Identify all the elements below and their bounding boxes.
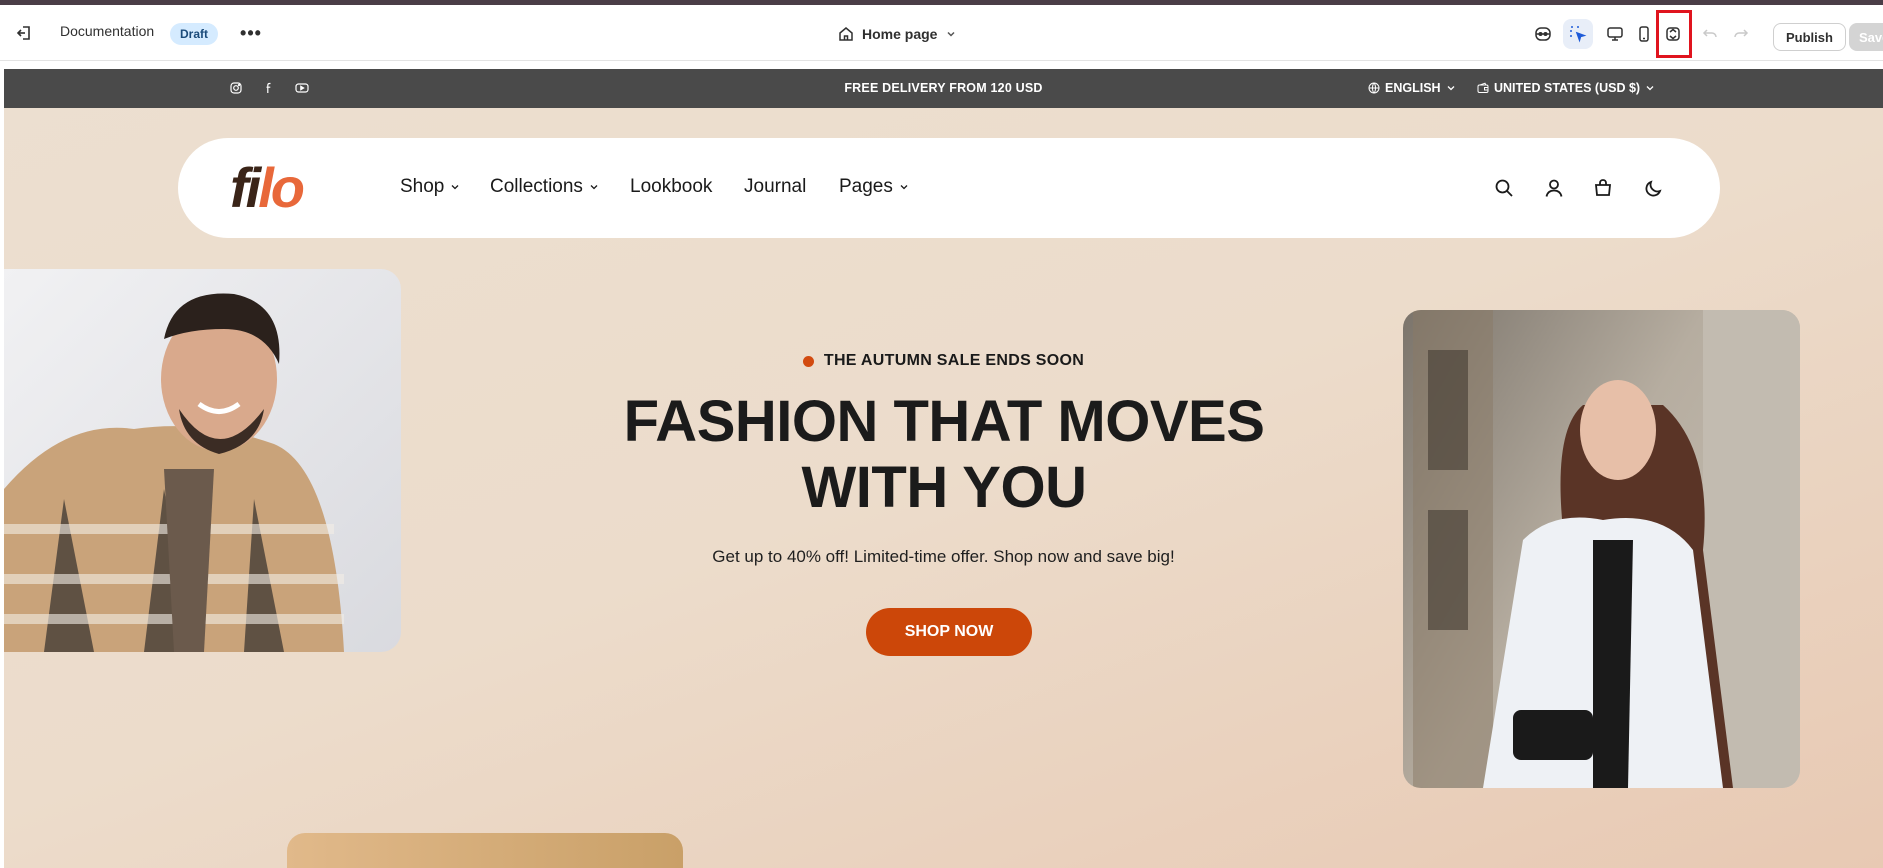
search-icon[interactable] bbox=[1492, 176, 1516, 200]
chevron-down-icon bbox=[590, 185, 598, 190]
status-dot bbox=[802, 355, 814, 367]
redo-icon bbox=[1734, 29, 1749, 38]
undo-button[interactable] bbox=[1697, 19, 1723, 49]
more-actions-button[interactable]: ••• bbox=[238, 21, 264, 45]
nav-label: Collections bbox=[490, 176, 583, 197]
account-icon[interactable] bbox=[1542, 176, 1566, 200]
ai-assistant-button[interactable] bbox=[1528, 19, 1558, 49]
nav-label: Lookbook bbox=[630, 176, 713, 197]
page-selector-label: Home page bbox=[862, 26, 938, 42]
desktop-icon bbox=[1607, 27, 1623, 41]
document-title[interactable]: Documentation bbox=[60, 23, 154, 39]
chevron-down-icon bbox=[947, 31, 955, 37]
home-icon bbox=[839, 27, 853, 41]
publish-button[interactable]: Publish bbox=[1773, 23, 1846, 51]
nav-label: Pages bbox=[839, 176, 893, 197]
save-button[interactable]: Save bbox=[1849, 23, 1883, 51]
country-label: UNITED STATES (USD $) bbox=[1494, 81, 1641, 95]
desktop-view-button[interactable] bbox=[1600, 19, 1630, 49]
undo-icon bbox=[1702, 29, 1717, 38]
chevron-down-icon bbox=[1646, 86, 1654, 91]
storefront-preview: FREE DELIVERY FROM 120 USD ENGLISH UNITE… bbox=[4, 69, 1883, 868]
nav-item-journal[interactable]: Journal bbox=[744, 176, 806, 198]
language-selector[interactable]: ENGLISH bbox=[1368, 81, 1456, 95]
hero-headline-line1: FASHION THAT MOVES bbox=[623, 389, 1265, 454]
nav-item-shop[interactable]: Shop bbox=[400, 176, 460, 198]
site-header: filo Shop Collections Lookbook Journal P… bbox=[178, 138, 1720, 238]
brand-logo[interactable]: filo bbox=[230, 158, 305, 218]
page-selector[interactable]: Home page bbox=[838, 22, 957, 46]
nav-item-lookbook[interactable]: Lookbook bbox=[630, 176, 712, 198]
shop-now-button[interactable]: SHOP NOW bbox=[866, 608, 1032, 656]
dark-mode-icon[interactable] bbox=[1642, 176, 1666, 200]
exit-editor-button[interactable] bbox=[10, 21, 38, 45]
editor-toolbar: Documentation Draft ••• Home page Publis… bbox=[0, 5, 1883, 61]
hero-headline: FASHION THAT MOVES WITH YOU bbox=[544, 389, 1344, 521]
inspector-button[interactable] bbox=[1563, 19, 1593, 49]
select-cursor-icon bbox=[1570, 26, 1587, 43]
mobile-view-button[interactable] bbox=[1629, 19, 1659, 49]
redo-button[interactable] bbox=[1728, 19, 1754, 49]
nav-item-collections[interactable]: Collections bbox=[490, 176, 599, 198]
chevron-down-icon bbox=[900, 185, 908, 190]
nav-label: Journal bbox=[744, 176, 807, 197]
chevron-down-icon bbox=[451, 185, 459, 190]
sparkle-face-icon bbox=[1535, 27, 1551, 41]
status-badge: Draft bbox=[170, 23, 219, 45]
hero-headline-line2: WITH YOU bbox=[801, 455, 1087, 520]
mobile-icon bbox=[1639, 26, 1649, 42]
announcement-bar: FREE DELIVERY FROM 120 USD ENGLISH UNITE… bbox=[4, 69, 1883, 108]
exit-icon bbox=[16, 26, 30, 40]
nav-label: Shop bbox=[400, 176, 445, 197]
collection-image-preview bbox=[287, 833, 683, 868]
globe-icon bbox=[1368, 82, 1380, 94]
hero-image-man-plaid-shirt bbox=[4, 269, 401, 652]
wallet-icon bbox=[1477, 82, 1489, 93]
hero-eyebrow-text: THE AUTUMN SALE ENDS SOON bbox=[823, 352, 1085, 369]
hero-eyebrow: THE AUTUMN SALE ENDS SOON bbox=[4, 352, 1883, 370]
cart-icon[interactable] bbox=[1591, 176, 1615, 200]
country-selector[interactable]: UNITED STATES (USD $) bbox=[1477, 81, 1655, 95]
chevron-down-icon bbox=[1447, 86, 1455, 91]
hero-subtext: Get up to 40% off! Limited-time offer. S… bbox=[712, 547, 1175, 566]
language-label: ENGLISH bbox=[1385, 81, 1441, 95]
nav-item-pages[interactable]: Pages bbox=[839, 176, 909, 198]
highlight-box bbox=[1656, 10, 1692, 58]
